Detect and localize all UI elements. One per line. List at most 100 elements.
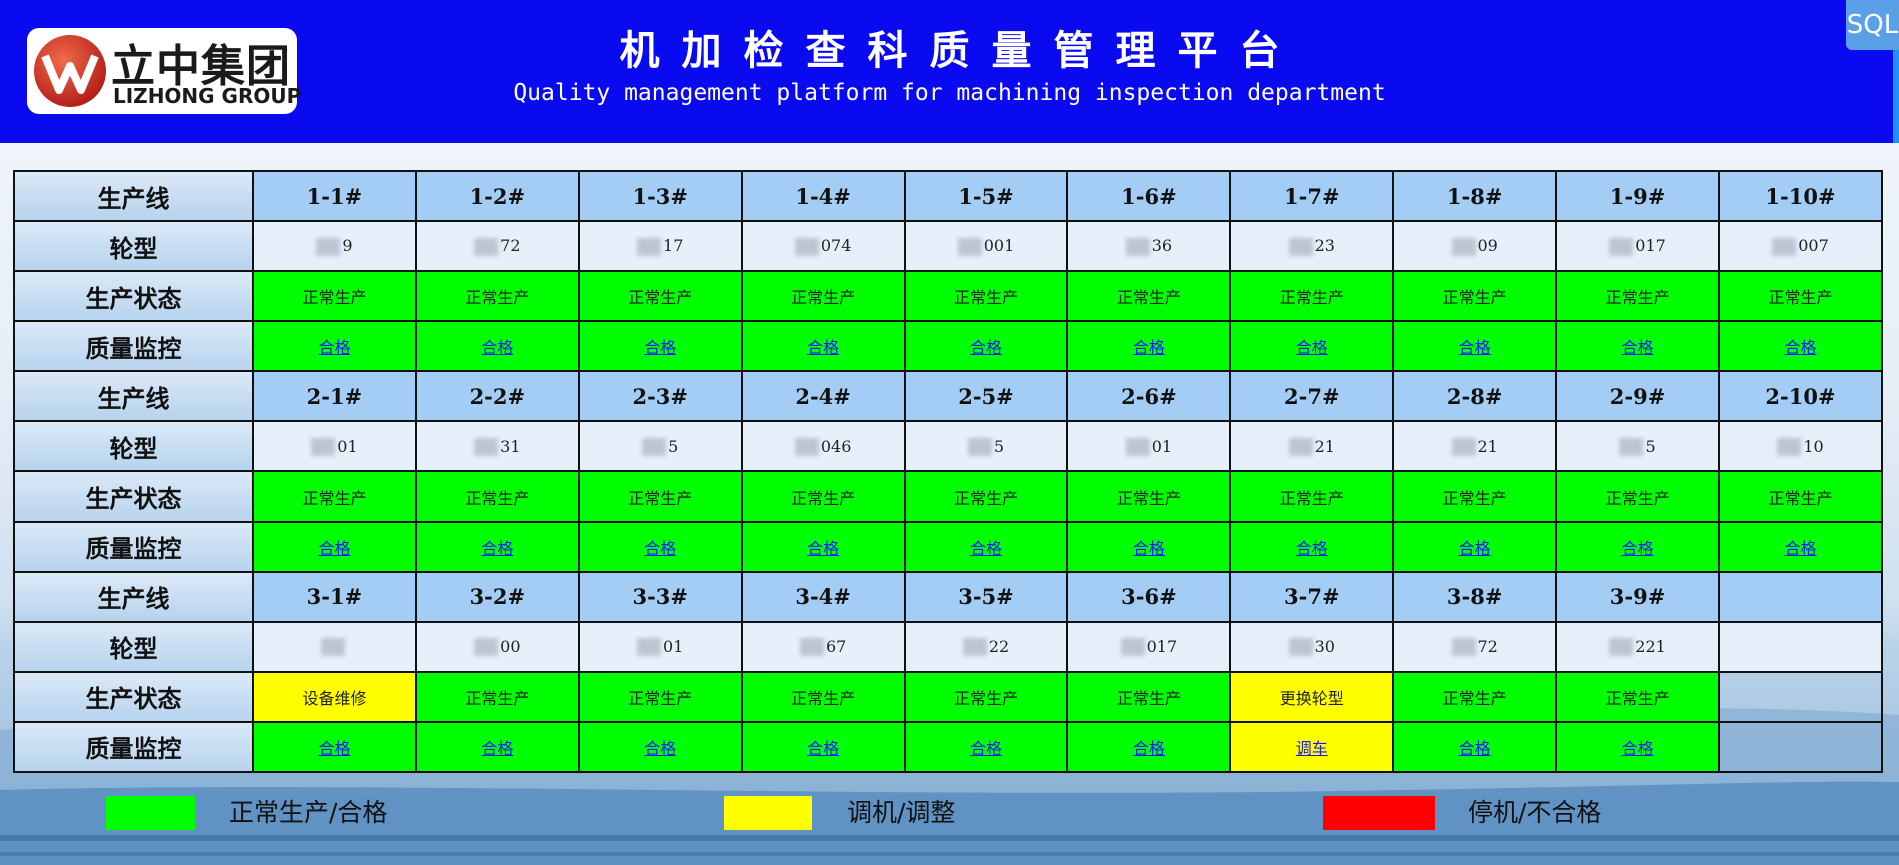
quality-monitor-cell: 合格 (1718, 320, 1883, 373)
wheel-type-cell: 5 (577, 420, 743, 473)
row-label-line: 生产线 (13, 570, 254, 623)
quality-status-link[interactable]: 合格 (970, 338, 1002, 357)
quality-status-link[interactable]: 合格 (1133, 539, 1165, 558)
production-status-cell: 正常生产 (1555, 470, 1721, 523)
quality-status-link[interactable]: 合格 (1785, 338, 1817, 357)
quality-status-link[interactable]: 合格 (318, 539, 350, 558)
row-wheel-group-2: 轮型 01 31 5 046 5 01 21 21 5 10 (13, 420, 1883, 473)
row-line-group-3: 生产线 3-1# 3-2# 3-3# 3-4# 3-5# 3-6# 3-7# 3-8# 3-9# (13, 570, 1883, 623)
line-id-cell: 2-8# (1392, 370, 1558, 423)
quality-status-link[interactable]: 合格 (644, 539, 676, 558)
wheel-type-cell: 31 (414, 420, 580, 473)
quality-status-link[interactable]: 合格 (807, 338, 839, 357)
wheel-type-cell: 01 (577, 620, 743, 673)
redacted-mark (1120, 638, 1145, 657)
redacted-mark (967, 438, 992, 457)
production-status-cell: 正常生产 (577, 270, 743, 323)
production-status-cell: 正常生产 (1718, 470, 1883, 523)
quality-status-link[interactable]: 合格 (318, 338, 350, 357)
production-status-cell: 正常生产 (577, 670, 743, 723)
quality-status-link[interactable]: 合格 (1622, 338, 1654, 357)
wheel-type-cell: 09 (1392, 220, 1558, 273)
wheel-type-cell: 5 (903, 420, 1069, 473)
wheel-type-text: 23 (1314, 236, 1335, 256)
line-id-cell: 3-3# (577, 570, 743, 623)
row-label-quality: 质量监控 (13, 320, 254, 373)
quality-status-link[interactable]: 合格 (1296, 539, 1328, 558)
wheel-type-cell: 36 (1066, 220, 1232, 273)
line-id-cell: 3-8# (1392, 570, 1558, 623)
wheel-type-cell: 17 (577, 220, 743, 273)
quality-status-link[interactable]: 合格 (481, 338, 513, 357)
production-status-cell: 正常生产 (1066, 470, 1232, 523)
line-id-cell (1718, 570, 1883, 623)
production-status-cell: 正常生产 (1718, 270, 1883, 323)
production-status-cell: 正常生产 (1229, 270, 1395, 323)
redacted-mark (637, 638, 662, 657)
wheel-type-text: 5 (993, 436, 1005, 456)
quality-status-link[interactable]: 调车 (1296, 739, 1328, 758)
wheel-type-text: 221 (1635, 636, 1666, 656)
quality-status-link[interactable]: 合格 (481, 539, 513, 558)
production-status-cell: 正常生产 (1555, 670, 1721, 723)
line-id-cell: 1-3# (577, 169, 743, 223)
line-id-cell: 2-3# (577, 370, 743, 423)
row-label-status: 生产状态 (13, 270, 254, 323)
quality-status-link[interactable]: 合格 (807, 739, 839, 758)
production-status-cell: 正常生产 (414, 270, 580, 323)
wheel-type-cell (1718, 620, 1883, 673)
quality-monitor-cell: 合格 (903, 720, 1069, 774)
redacted-mark (962, 638, 987, 657)
quality-status-link[interactable]: 合格 (970, 739, 1002, 758)
wheel-type-text: 17 (663, 236, 684, 256)
quality-status-link[interactable]: 合格 (1785, 539, 1817, 558)
redacted-mark (794, 237, 819, 256)
quality-monitor-cell: 合格 (1229, 520, 1395, 573)
wheel-type-cell: 21 (1229, 420, 1395, 473)
quality-status-link[interactable]: 合格 (1459, 338, 1491, 357)
row-quality-group-3: 质量监控 合格 合格 合格 合格 合格 合格 调车 合格 合格 (13, 720, 1883, 774)
wheel-type-cell (252, 620, 417, 673)
production-status-cell: 正常生产 (903, 270, 1069, 323)
quality-status-link[interactable]: 合格 (1296, 338, 1328, 357)
redacted-mark (1619, 438, 1644, 457)
redacted-mark (1451, 237, 1476, 256)
quality-status-link[interactable]: 合格 (644, 739, 676, 758)
quality-status-link[interactable]: 合格 (807, 539, 839, 558)
line-id-cell: 3-5# (903, 570, 1069, 623)
line-id-cell: 2-4# (740, 370, 906, 423)
production-status-cell: 正常生产 (740, 270, 906, 323)
sql-button[interactable]: SQL (1846, 0, 1899, 50)
legend-label: 正常生产/合格 (229, 798, 388, 827)
line-id-cell: 2-10# (1718, 370, 1883, 423)
production-status-cell: 正常生产 (1066, 270, 1232, 323)
quality-status-link[interactable]: 合格 (970, 539, 1002, 558)
wheel-type-cell: 5 (1555, 420, 1721, 473)
wheel-type-text: 017 (1635, 236, 1666, 256)
production-status-cell: 正常生产 (1066, 670, 1232, 723)
quality-status-link[interactable]: 合格 (1622, 739, 1654, 758)
quality-monitor-cell: 合格 (577, 720, 743, 774)
quality-monitor-cell (1718, 720, 1883, 774)
quality-status-link[interactable]: 合格 (1459, 739, 1491, 758)
quality-status-link[interactable]: 合格 (1622, 539, 1654, 558)
row-label-status: 生产状态 (13, 470, 254, 523)
line-id-cell: 3-7# (1229, 570, 1395, 623)
quality-monitor-cell: 合格 (740, 520, 906, 573)
wheel-type-cell: 72 (414, 220, 580, 273)
quality-status-link[interactable]: 合格 (1133, 338, 1165, 357)
line-id-cell: 1-9# (1555, 169, 1721, 223)
line-id-cell: 1-1# (252, 169, 417, 223)
quality-status-link[interactable]: 合格 (481, 739, 513, 758)
production-status-cell: 正常生产 (1229, 470, 1395, 523)
row-status-group-1: 生产状态 正常生产 正常生产 正常生产 正常生产 正常生产 正常生产 正常生产 正常生产 正常生产… (13, 270, 1883, 323)
quality-status-link[interactable]: 合格 (1459, 539, 1491, 558)
quality-status-link[interactable]: 合格 (318, 739, 350, 758)
quality-status-link[interactable]: 合格 (644, 338, 676, 357)
line-id-cell: 3-9# (1555, 570, 1721, 623)
production-status-cell (1718, 670, 1883, 723)
quality-status-link[interactable]: 合格 (1133, 739, 1165, 758)
line-id-cell: 1-4# (740, 169, 906, 223)
line-id-cell: 3-1# (252, 570, 417, 623)
wheel-type-text: 36 (1151, 236, 1173, 256)
